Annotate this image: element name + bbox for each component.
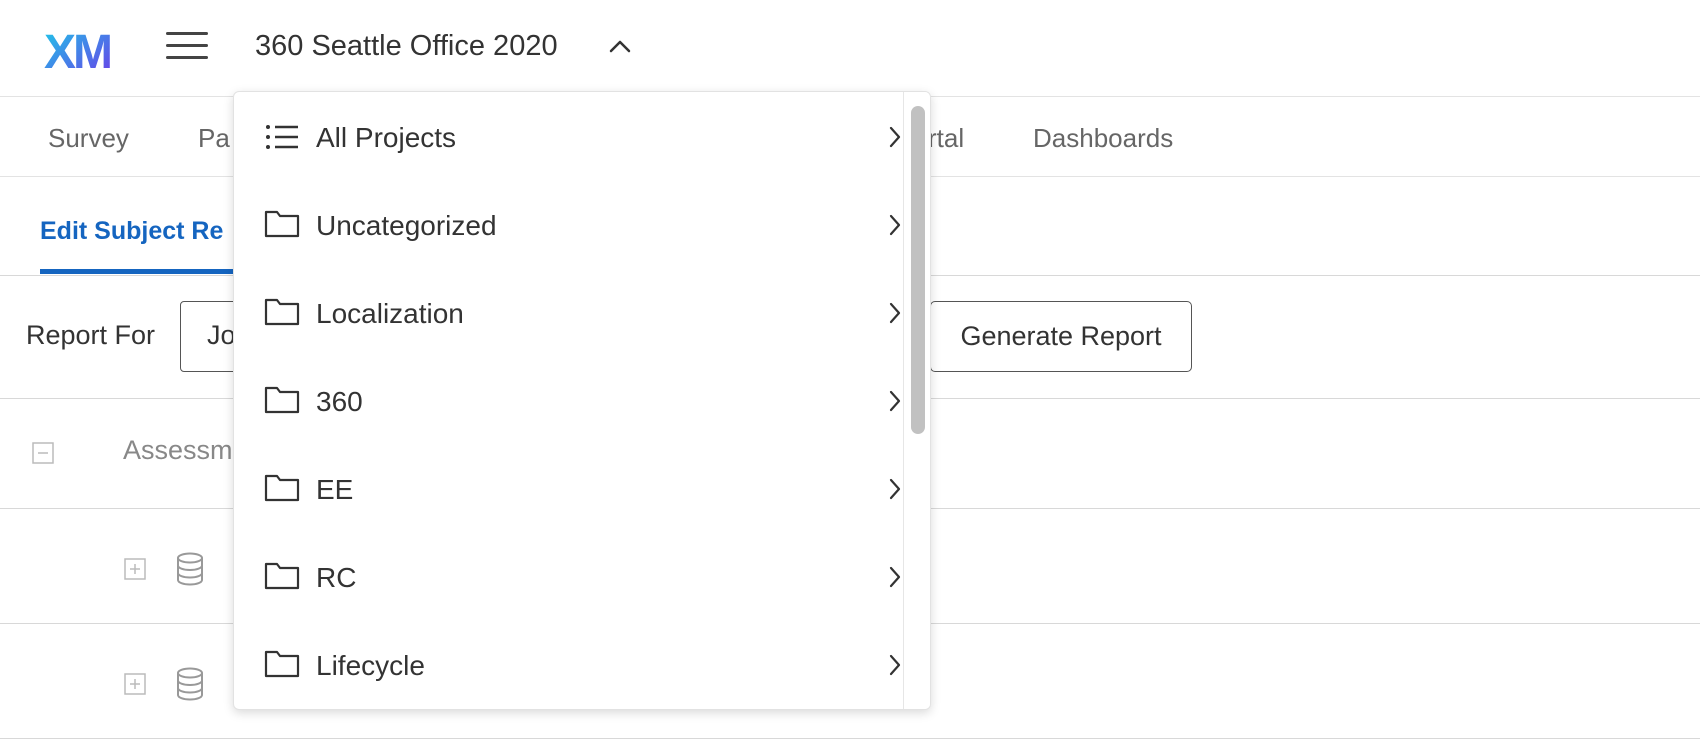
folder-icon	[264, 562, 300, 590]
chevron-right-icon	[889, 302, 901, 324]
svg-text:XM: XM	[44, 26, 110, 72]
tab-edit-subject-reports[interactable]: Edit Subject Re	[40, 217, 223, 246]
top-header: XM 360 Seattle Office 2020	[0, 0, 1700, 97]
nav-tab-dashboards[interactable]: Dashboards	[1033, 123, 1173, 154]
project-title[interactable]: 360 Seattle Office 2020	[255, 30, 558, 63]
generate-report-button[interactable]: Generate Report	[930, 301, 1192, 372]
dropdown-item-label: RC	[316, 562, 357, 593]
assessment-column-header: Assessm	[123, 435, 233, 465]
chevron-right-icon	[889, 390, 901, 412]
dropdown-item-label: 360	[316, 386, 363, 417]
dropdown-item-label: Lifecycle	[316, 650, 425, 681]
expand-row-icon[interactable]	[124, 673, 146, 695]
dropdown-item-label: Localization	[316, 298, 464, 329]
xm-logo[interactable]: XM	[44, 26, 122, 72]
dropdown-item-ee[interactable]: EE	[234, 444, 902, 532]
app-root: XM 360 Seattle Office 2020 Survey Pa rta…	[0, 0, 1700, 750]
nav-tab-portal[interactable]: rtal	[928, 123, 964, 154]
folder-icon	[264, 298, 300, 326]
chevron-right-icon	[889, 214, 901, 236]
dropdown-item-label: All Projects	[316, 122, 457, 153]
dropdown-scrollbar-thumb[interactable]	[911, 106, 925, 434]
folder-icon	[264, 474, 300, 502]
folder-icon	[264, 650, 300, 678]
list-icon	[266, 125, 298, 149]
dropdown-item-rc[interactable]: RC	[234, 532, 902, 620]
chevron-right-icon	[889, 126, 901, 148]
database-icon	[177, 667, 203, 701]
folder-icon	[264, 210, 300, 238]
dropdown-item-label: EE	[316, 474, 354, 505]
chevron-right-icon	[889, 654, 901, 676]
expand-row-icon[interactable]	[124, 558, 146, 580]
dropdown-item-all-projects[interactable]: All Projects	[234, 92, 902, 180]
collapse-all-icon[interactable]	[32, 442, 54, 464]
database-icon	[177, 552, 203, 586]
chevron-right-icon	[889, 566, 901, 588]
report-for-label: Report For	[26, 320, 156, 350]
dropdown-item-label: Uncategorized	[316, 210, 497, 241]
dropdown-item-uncategorized[interactable]: Uncategorized	[234, 180, 902, 268]
chevron-right-icon	[889, 478, 901, 500]
chevron-up-icon[interactable]	[606, 36, 634, 56]
nav-tab-survey[interactable]: Survey	[48, 123, 129, 154]
folder-icon	[264, 386, 300, 414]
project-switcher-dropdown: All Projects Uncategorized Localization	[233, 91, 931, 710]
dropdown-item-localization[interactable]: Localization	[234, 268, 902, 356]
dropdown-item-lifecycle[interactable]: Lifecycle	[234, 620, 902, 708]
dropdown-item-360[interactable]: 360	[234, 356, 902, 444]
hamburger-menu-icon[interactable]	[166, 32, 208, 62]
nav-tab-participants[interactable]: Pa	[198, 123, 230, 154]
